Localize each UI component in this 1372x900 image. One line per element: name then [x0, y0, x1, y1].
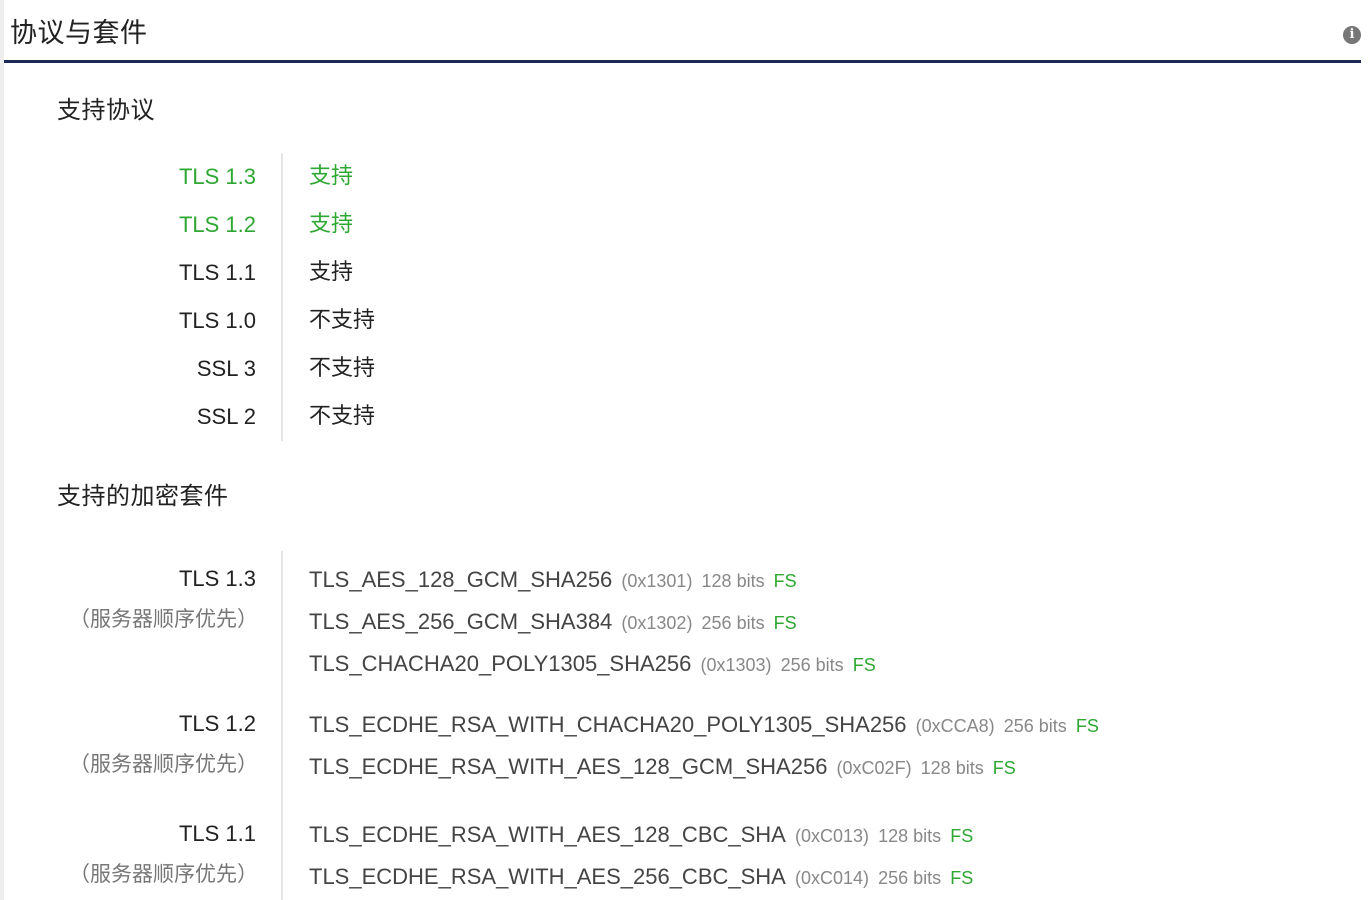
suite-group-order: （服务器顺序优先） [69, 752, 258, 776]
cipher-suite-item: TLS_CHACHA20_POLY1305_SHA256 (0x1303) 25… [309, 649, 876, 681]
suite-group-order: （服务器顺序优先） [69, 862, 258, 886]
cipher-suite-item: TLS_ECDHE_RSA_WITH_CHACHA20_POLY1305_SHA… [309, 710, 1099, 742]
protocol-status: 支持 [309, 260, 354, 285]
suite-code: (0xCCA8) [915, 716, 995, 736]
protocol-name: SSL 2 [196, 404, 256, 429]
suite-code: (0x1301) [621, 571, 693, 591]
protocol-name: TLS 1.3 [178, 164, 256, 189]
protocols-divider [281, 153, 283, 441]
suite-fs-badge: FS [950, 826, 974, 846]
protocols-section-title: 支持协议 [57, 96, 155, 124]
protocol-row: TLS 1.1 支持 [0, 258, 1372, 288]
cipher-suite-item: TLS_ECDHE_RSA_WITH_AES_128_GCM_SHA256 (0… [309, 752, 1016, 784]
protocol-name: TLS 1.0 [178, 308, 256, 333]
suite-group-version: TLS 1.2 [178, 711, 256, 736]
suite-name: TLS_AES_128_GCM_SHA256 [309, 567, 613, 592]
protocol-name: TLS 1.2 [178, 212, 256, 237]
protocol-row: TLS 1.2 支持 [0, 210, 1372, 240]
page-title: 协议与套件 [10, 18, 148, 49]
suite-group-order: （服务器顺序优先） [69, 607, 258, 631]
suite-name: TLS_ECDHE_RSA_WITH_AES_256_CBC_SHA [309, 864, 786, 889]
protocol-name: TLS 1.1 [178, 260, 256, 285]
cipher-suite-item: TLS_AES_128_GCM_SHA256 (0x1301) 128 bits… [309, 565, 797, 597]
suite-name: TLS_ECDHE_RSA_WITH_AES_128_GCM_SHA256 [309, 754, 828, 779]
suite-code: (0x1303) [700, 655, 772, 675]
protocol-status: 不支持 [309, 308, 376, 333]
suite-group-version: TLS 1.1 [178, 821, 256, 846]
suite-code: (0xC013) [794, 826, 869, 846]
suite-bits: 128 bits [920, 758, 984, 778]
suite-bits: 256 bits [701, 613, 765, 633]
protocol-row: TLS 1.3 支持 [0, 162, 1372, 192]
suite-fs-badge: FS [773, 571, 797, 591]
suite-group-version: TLS 1.3 [178, 566, 256, 591]
suite-name: TLS_ECDHE_RSA_WITH_AES_128_CBC_SHA [309, 822, 786, 847]
suite-fs-badge: FS [992, 758, 1016, 778]
suite-name: TLS_ECDHE_RSA_WITH_CHACHA20_POLY1305_SHA… [309, 712, 907, 737]
section-header: 协议与套件 i [4, 0, 1361, 63]
protocol-name: SSL 3 [196, 356, 256, 381]
suite-bits: 256 bits [780, 655, 844, 675]
suite-fs-badge: FS [852, 655, 876, 675]
cipher-suite-item: TLS_ECDHE_RSA_WITH_AES_128_CBC_SHA (0xC0… [309, 820, 973, 852]
protocol-row: SSL 2 不支持 [0, 402, 1372, 432]
cipher-suite-item: TLS_AES_256_GCM_SHA384 (0x1302) 256 bits… [309, 607, 797, 639]
protocol-status: 支持 [309, 212, 354, 237]
suite-fs-badge: FS [950, 868, 974, 888]
protocol-status: 不支持 [309, 404, 376, 429]
protocol-status: 不支持 [309, 356, 376, 381]
suite-code: (0x1302) [621, 613, 693, 633]
suite-bits: 256 bits [1003, 716, 1067, 736]
protocol-status: 支持 [309, 164, 354, 189]
info-icon[interactable]: i [1343, 26, 1361, 44]
suite-name: TLS_AES_256_GCM_SHA384 [309, 609, 613, 634]
suite-bits: 128 bits [878, 826, 942, 846]
cipher-suites-section-title: 支持的加密套件 [57, 482, 229, 510]
protocol-row: SSL 3 不支持 [0, 354, 1372, 384]
protocols-and-suites-page: 协议与套件 i 支持协议 TLS 1.3 支持 TLS 1.2 支持 TLS 1… [0, 0, 1372, 900]
suite-fs-badge: FS [1075, 716, 1099, 736]
suite-code: (0xC014) [794, 868, 869, 888]
protocol-row: TLS 1.0 不支持 [0, 306, 1372, 336]
cipher-suite-item: TLS_ECDHE_RSA_WITH_AES_256_CBC_SHA (0xC0… [309, 862, 973, 894]
cipher-suites-divider [281, 551, 283, 900]
left-border [0, 0, 4, 900]
suite-code: (0xC02F) [836, 758, 912, 778]
suite-name: TLS_CHACHA20_POLY1305_SHA256 [309, 651, 692, 676]
suite-bits: 128 bits [701, 571, 765, 591]
suite-bits: 256 bits [878, 868, 942, 888]
suite-fs-badge: FS [773, 613, 797, 633]
